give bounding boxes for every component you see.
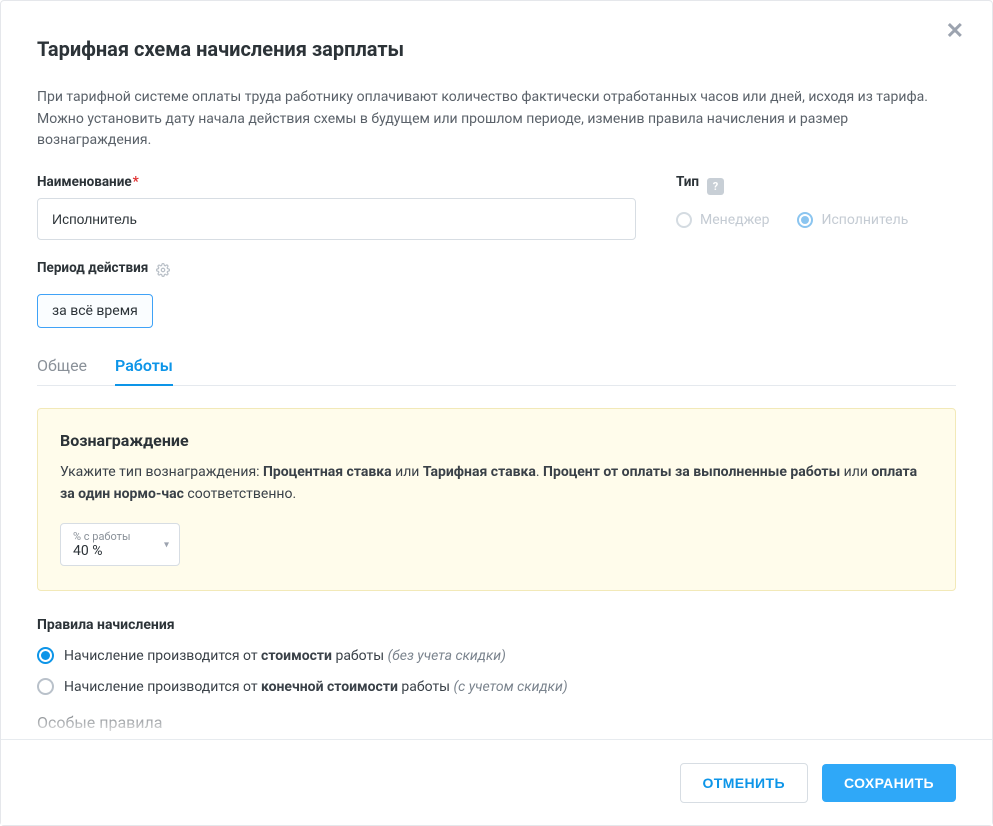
radio-icon xyxy=(797,212,813,228)
type-radio-manager[interactable]: Менеджер xyxy=(676,212,769,228)
period-label: Период действия xyxy=(37,260,148,276)
radio-icon xyxy=(676,212,692,228)
rule-option-cost[interactable]: Начисление производится от стоимости раб… xyxy=(37,647,956,664)
rule-option-text: Начисление производится от стоимости раб… xyxy=(64,648,506,664)
radio-icon xyxy=(37,678,54,695)
help-icon[interactable]: ? xyxy=(707,178,724,195)
type-radio-row: Менеджер Исполнитель xyxy=(676,212,956,228)
type-field-group: Тип ? Менеджер Исполнитель xyxy=(676,174,956,240)
chevron-down-icon: ▾ xyxy=(164,539,169,550)
period-value-button[interactable]: за всё время xyxy=(37,294,153,328)
fields-row: Наименование* Тип ? Менеджер Исполнит xyxy=(37,174,956,240)
radio-icon xyxy=(37,647,54,664)
reward-panel: Вознаграждение Укажите тип вознаграждени… xyxy=(37,408,956,591)
modal-dialog: ✕ Тарифная схема начисления зарплаты При… xyxy=(0,0,993,826)
name-label: Наименование* xyxy=(37,174,139,190)
modal-footer: ОТМЕНИТЬ СОХРАНИТЬ xyxy=(1,739,992,825)
reward-type-select[interactable]: % с работы 40 % ▾ xyxy=(60,523,180,566)
name-input[interactable] xyxy=(37,198,636,240)
type-label: Тип xyxy=(676,174,699,190)
reward-description: Укажите тип вознаграждения: Процентная с… xyxy=(60,462,933,505)
cancel-button[interactable]: ОТМЕНИТЬ xyxy=(680,763,808,803)
close-button[interactable]: ✕ xyxy=(946,21,964,43)
select-label: % с работы xyxy=(73,530,149,543)
tab-works[interactable]: Работы xyxy=(115,356,173,385)
special-rules-title: Особые правила xyxy=(37,713,956,732)
tab-general[interactable]: Общее xyxy=(37,356,87,385)
type-header: Тип ? xyxy=(676,174,956,198)
modal-body: Тарифная схема начисления зарплаты При т… xyxy=(1,1,992,825)
required-mark: * xyxy=(133,174,139,190)
period-section: Период действия за всё время xyxy=(37,260,956,328)
type-executor-label: Исполнитель xyxy=(821,212,908,228)
rule-option-final-cost[interactable]: Начисление производится от конечной стои… xyxy=(37,678,956,695)
name-field-group: Наименование* xyxy=(37,174,636,240)
rule-option-text: Начисление производится от конечной стои… xyxy=(64,679,568,695)
reward-title: Вознаграждение xyxy=(60,431,933,450)
type-manager-label: Менеджер xyxy=(700,212,769,228)
tabs: Общее Работы xyxy=(37,356,956,386)
gear-icon[interactable] xyxy=(156,263,170,281)
close-icon: ✕ xyxy=(946,19,964,44)
type-radio-executor[interactable]: Исполнитель xyxy=(797,212,908,228)
calculation-rules-section: Правила начисления Начисление производит… xyxy=(37,617,956,695)
modal-title: Тарифная схема начисления зарплаты xyxy=(37,37,956,61)
save-button[interactable]: СОХРАНИТЬ xyxy=(822,764,956,802)
modal-description: При тарифной системе оплаты труда работн… xyxy=(37,87,956,152)
period-header: Период действия xyxy=(37,260,956,284)
select-value: 40 % xyxy=(73,543,149,559)
rules-title: Правила начисления xyxy=(37,617,956,633)
